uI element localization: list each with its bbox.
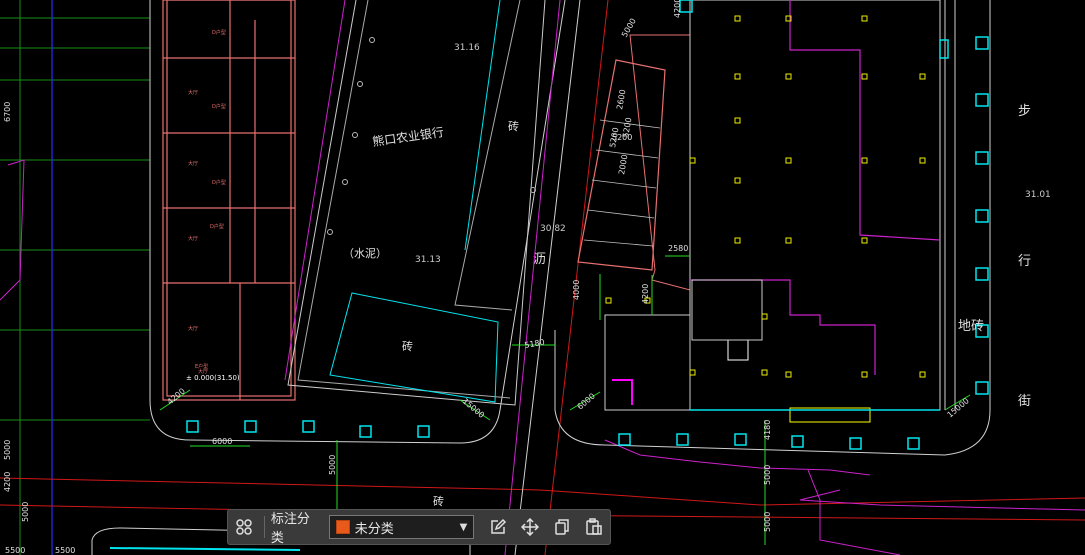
room-label: D户型	[210, 223, 224, 230]
dimension: 5000	[620, 17, 638, 39]
category-color-swatch	[335, 520, 350, 534]
brick-label: 砖	[402, 339, 413, 353]
dimension: 2580	[668, 244, 688, 253]
grid-icon[interactable]	[228, 511, 260, 543]
separator	[263, 516, 265, 538]
category-select[interactable]: 未分类 ▼	[328, 515, 475, 539]
dimension: 6000	[212, 437, 232, 446]
cad-canvas[interactable]: D户型 D户型 D户型 D户型 E户型 大厅 大厅 大厅 大厅 大厅 ± 0.0…	[0, 0, 1085, 555]
dimension: 4200	[3, 472, 12, 492]
dimension: 4000	[572, 280, 581, 300]
room-label: D户型	[212, 29, 226, 36]
chevron-down-icon: ▼	[459, 521, 468, 533]
dimension: 2600	[615, 89, 627, 111]
dimension: 2000	[617, 154, 629, 176]
street-label: 步	[1018, 104, 1031, 119]
dimension: 5000	[763, 465, 772, 485]
dimension: 4180	[763, 420, 772, 440]
paste-icon[interactable]	[578, 511, 610, 543]
dimension: 5000	[763, 512, 772, 532]
copy-icon[interactable]	[546, 511, 578, 543]
dimension: 6700	[3, 102, 12, 122]
room-label: D户型	[212, 179, 226, 186]
room-label: D户型	[212, 103, 226, 110]
dimension: 5000	[3, 440, 12, 460]
street-label: 地砖	[958, 319, 984, 334]
elevation: 31.13	[415, 255, 441, 265]
category-select-value: 未分类	[354, 521, 394, 537]
dimension: 4200	[673, 0, 682, 18]
bank-label: 熊口农业银行	[371, 124, 444, 149]
dimension: 5500	[55, 546, 75, 555]
category-label: 标注分类	[270, 512, 310, 546]
annotation-toolbar: 标注分类 未分类 ▼	[227, 509, 611, 546]
elevation: 31.01	[1025, 190, 1051, 200]
dimension: 5180	[524, 338, 546, 350]
brick-label: 砖	[508, 119, 519, 133]
dimension: 6000	[576, 392, 597, 412]
elevation: 31.16	[454, 43, 480, 53]
street-label: 街	[1018, 394, 1031, 409]
street-label: 行	[1018, 254, 1031, 269]
room-label: 大厅	[188, 325, 198, 332]
dimension: 5000	[21, 502, 30, 522]
room-label: 大厅	[188, 89, 198, 96]
brick-label: 砖	[433, 494, 444, 508]
floor-level: ± 0.000(31.50)	[186, 374, 240, 382]
edit-icon[interactable]	[482, 511, 514, 543]
dimension: 5500	[5, 546, 25, 555]
move-icon[interactable]	[514, 511, 546, 543]
room-label: 大厅	[188, 235, 198, 242]
dimension: 5000	[328, 455, 337, 475]
dimension: 4200	[641, 284, 650, 304]
room-label: 大厅	[188, 160, 198, 167]
cement-label: （水泥）	[343, 247, 387, 260]
